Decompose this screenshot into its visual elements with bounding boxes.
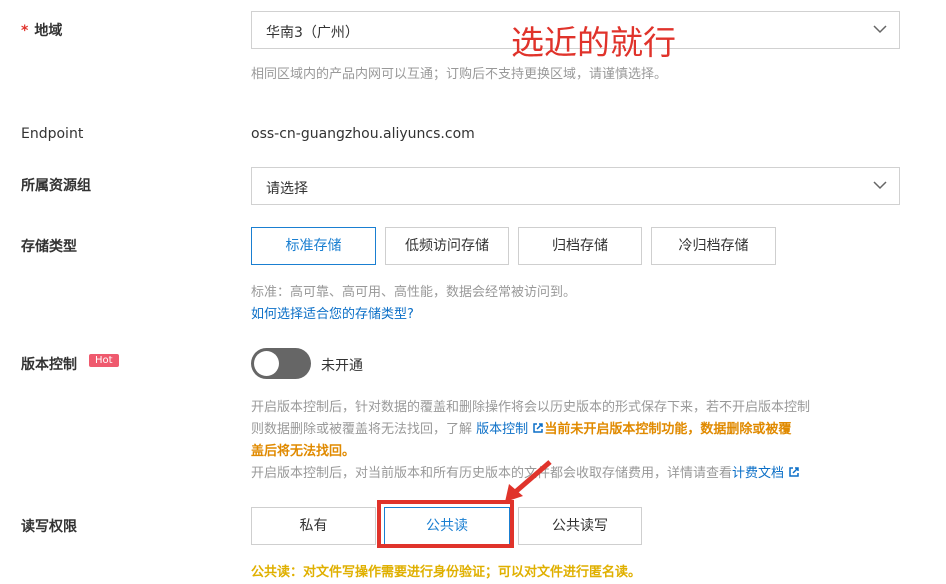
resource-group-select[interactable]: 请选择 [251, 167, 900, 205]
annotation-arrow-icon [505, 460, 552, 502]
versioning-desc-line4: 开启版本控制后，对当前版本和所有历史版本的文件都会收取存储费用，详情请查看计费文… [251, 462, 911, 481]
region-value: 华南3（广州） [266, 25, 359, 41]
storage-option-cold-archive[interactable]: 冷归档存储 [651, 227, 776, 265]
versioning-state: 未开通 [321, 358, 363, 374]
versioning-desc-line2: 则数据删除或被覆盖将无法找回，了解 版本控制 当前未开启版本控制功能，数据删除或… [251, 422, 792, 437]
storage-option-ia[interactable]: 低频访问存储 [385, 227, 509, 265]
annotation-text: 选近的就行 [511, 23, 676, 62]
toggle-knob [254, 351, 279, 376]
storage-class-label: 存储类型 [21, 239, 77, 255]
region-label: * 地域 [21, 23, 63, 39]
versioning-label: 版本控制 [21, 357, 77, 373]
storage-help-link[interactable]: 如何选择适合您的存储类型? [251, 303, 414, 322]
endpoint-value: oss-cn-guangzhou.aliyuncs.com [251, 126, 475, 142]
region-hint: 相同区域内的产品内网可以互通；订购后不支持更换区域，请谨慎选择。 [251, 67, 668, 82]
versioning-doc-link[interactable]: 版本控制 [476, 422, 528, 437]
resource-group-placeholder: 请选择 [266, 181, 308, 197]
required-mark: * [21, 23, 29, 39]
versioning-warning-line3: 盖后将无法找回。 [251, 444, 356, 459]
versioning-desc-line1: 开启版本控制后，针对数据的覆盖和删除操作将会以历史版本的形式保存下来，若不开启版… [251, 400, 811, 415]
acl-option-private[interactable]: 私有 [251, 507, 376, 545]
acl-label: 读写权限 [21, 519, 77, 535]
highlight-box [377, 500, 514, 548]
storage-option-archive[interactable]: 归档存储 [518, 227, 642, 265]
hot-badge: Hot [89, 354, 119, 367]
versioning-toggle[interactable] [251, 348, 311, 379]
acl-warning: 公共读：对文件写操作需要进行身份验证；可以对文件进行匿名读。 [251, 565, 642, 580]
chevron-down-icon [873, 25, 887, 34]
resource-group-label: 所属资源组 [21, 178, 91, 194]
storage-class-hint: 标准：高可靠、高可用、高性能，数据会经常被访问到。 [251, 285, 577, 300]
endpoint-label: Endpoint [21, 126, 84, 142]
external-link-icon [789, 467, 799, 477]
chevron-down-icon [873, 181, 887, 190]
storage-option-standard[interactable]: 标准存储 [251, 227, 376, 265]
fee-doc-link[interactable]: 计费文档 [732, 466, 784, 481]
acl-option-public-read-write[interactable]: 公共读写 [518, 507, 642, 545]
external-link-icon [533, 423, 544, 433]
